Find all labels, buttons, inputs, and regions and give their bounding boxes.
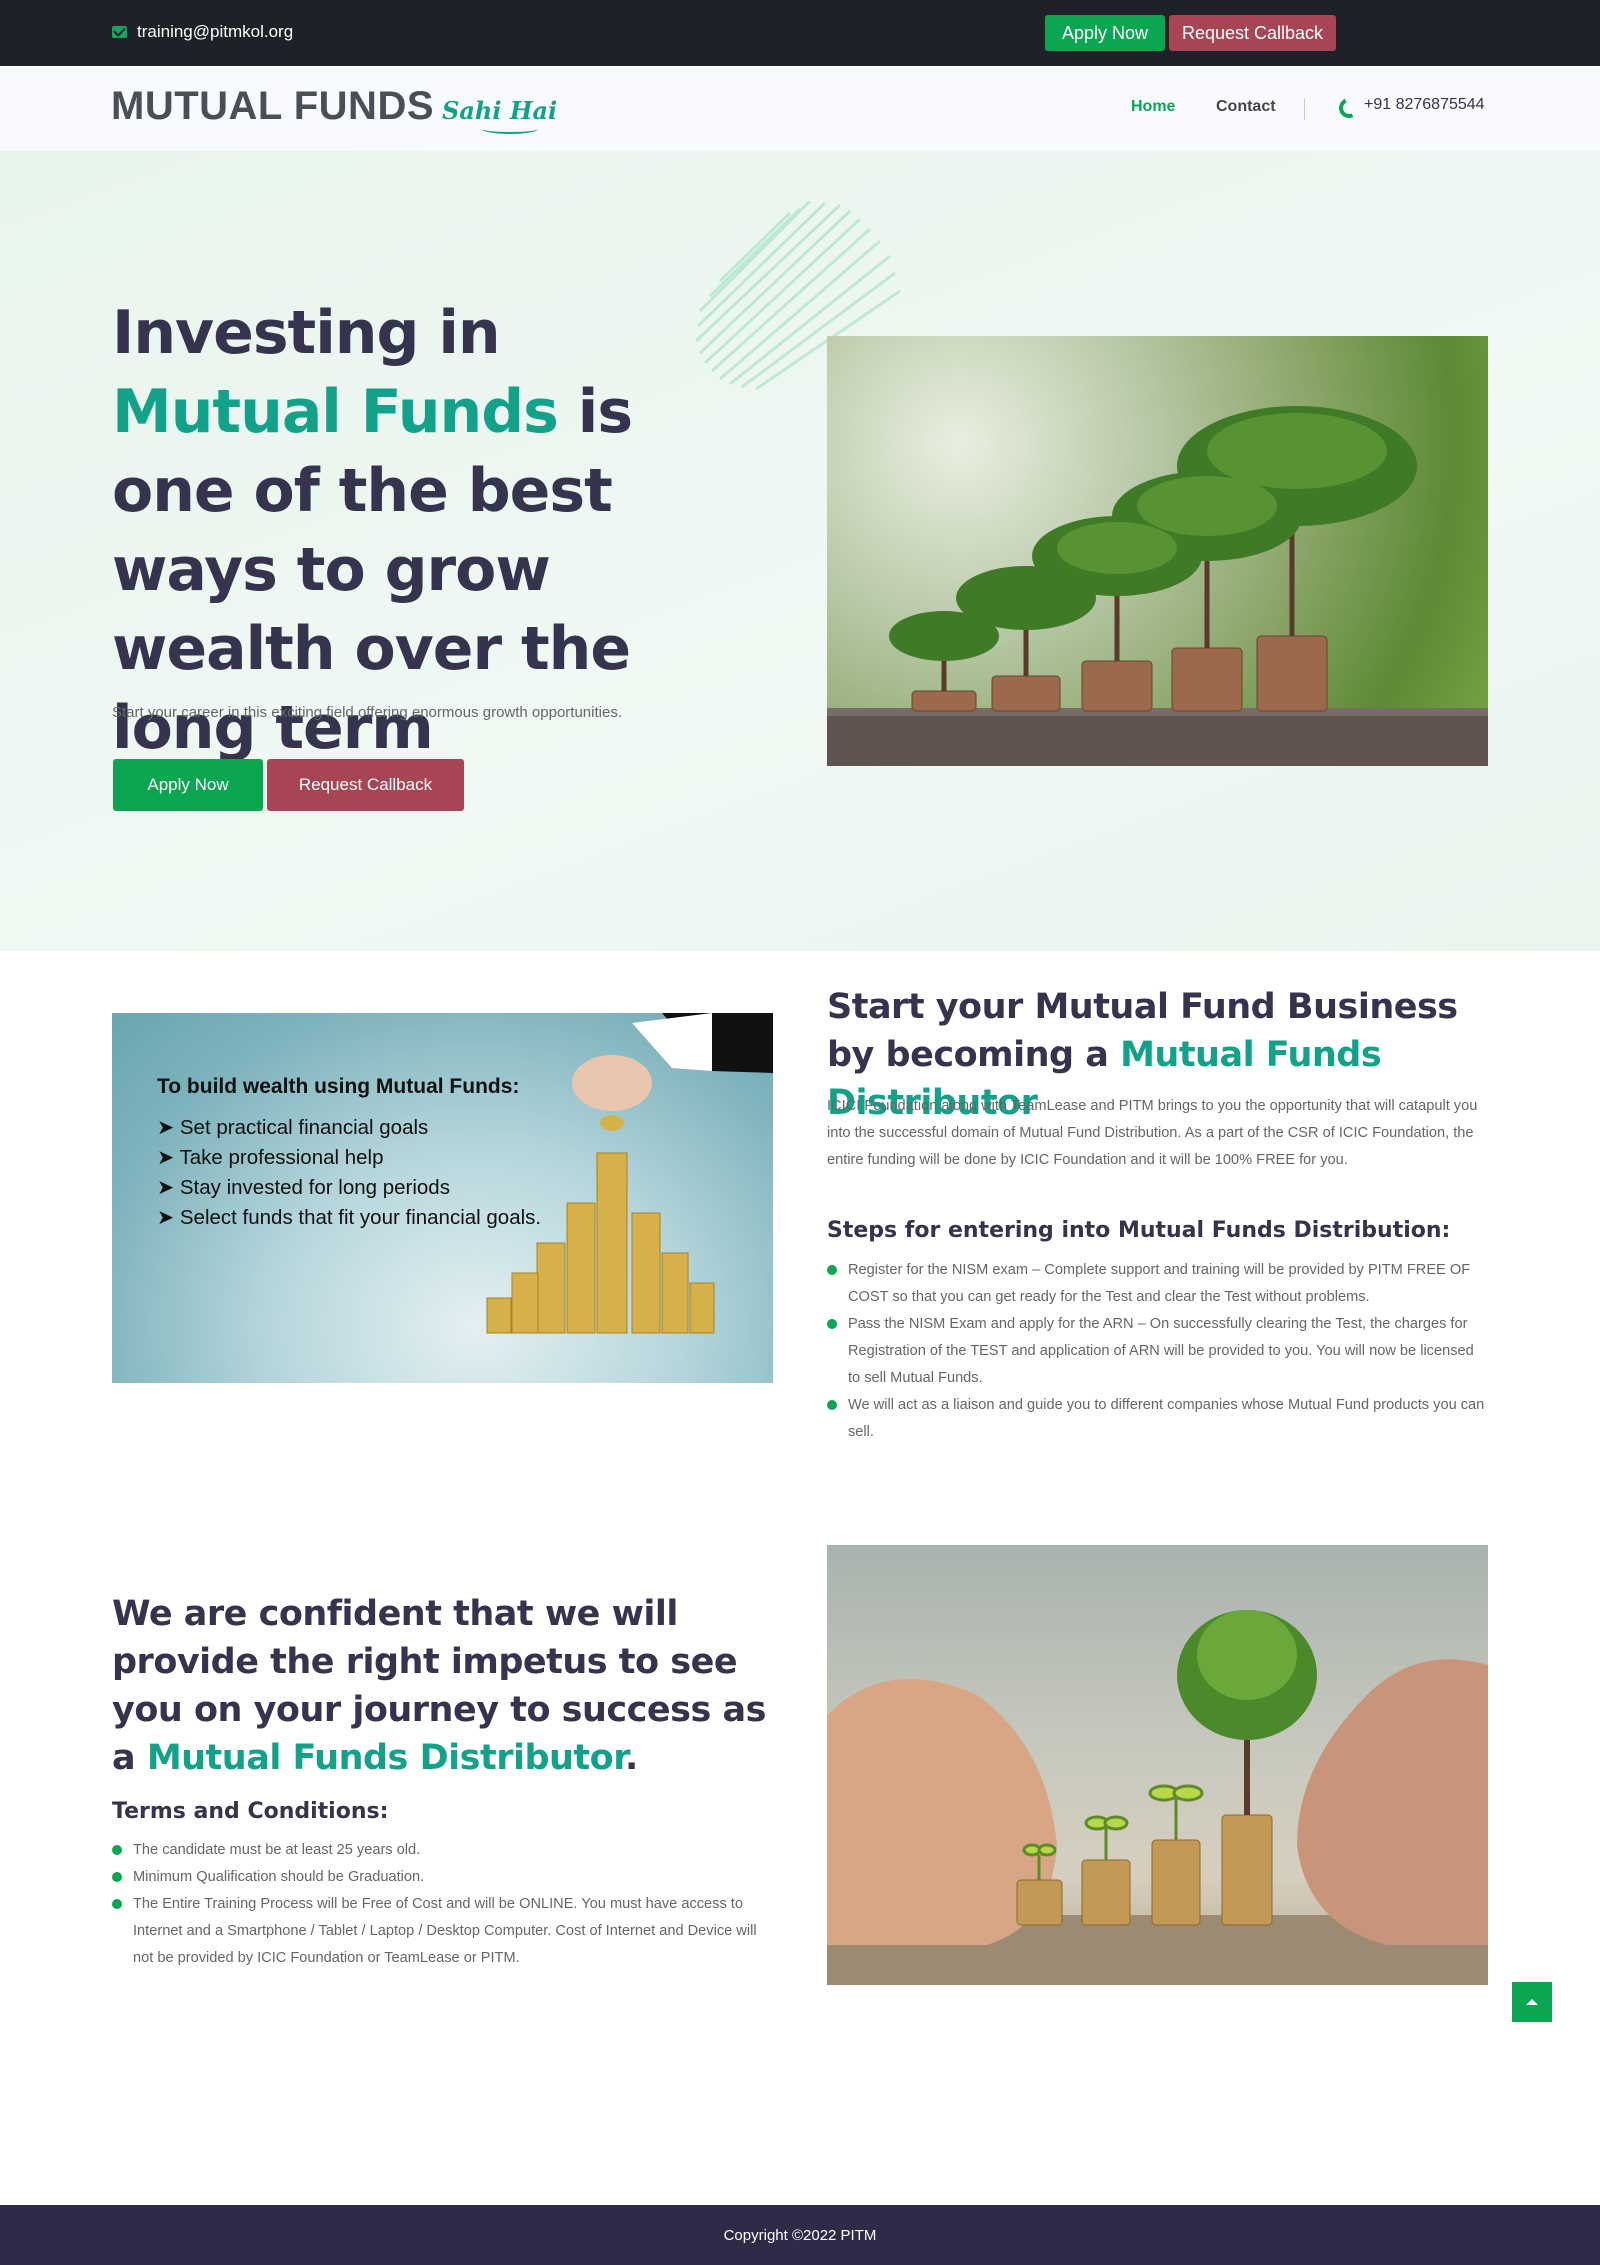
logo-script-text: Sahi Hai [442, 96, 557, 134]
list-item: The Entire Training Process will be Free… [112, 1891, 773, 1972]
list-item: Pass the NISM Exam and apply for the ARN… [827, 1311, 1488, 1392]
phone-number: +91 8276875544 [1364, 96, 1485, 113]
hero-heading-highlight: Mutual Funds [112, 377, 559, 447]
confidence-heading: We are confident that we will provide th… [112, 1594, 766, 1778]
list-item: Take professional help [157, 1143, 541, 1173]
steps-heading: Steps for entering into Mutual Funds Dis… [827, 1218, 1451, 1243]
nav-phone[interactable]: +91 8276875544 [1338, 96, 1485, 114]
site-logo[interactable]: MUTUAL FUNDS Sahi Hai [111, 84, 557, 134]
nav-link-contact[interactable]: Contact [1216, 98, 1276, 116]
hero-image-trees-on-coins [827, 336, 1488, 766]
email-text: training@pitmkol.org [137, 22, 294, 41]
hero-callback-button[interactable]: Request Callback [267, 759, 464, 811]
contact-email[interactable]: training@pitmkol.org [112, 22, 293, 42]
steps-list: Register for the NISM exam – Complete su… [827, 1257, 1488, 1446]
hero-apply-button[interactable]: Apply Now [113, 759, 263, 811]
topbar-callback-button[interactable]: Request Callback [1169, 15, 1336, 51]
distributor-paragraph: ICICI Foundation along with TeamLease an… [827, 1098, 1478, 1168]
hero-subtitle: Start your career in this exciting field… [112, 704, 622, 721]
terms-list: The candidate must be at least 25 years … [112, 1837, 773, 1972]
logo-main-text: MUTUAL FUNDS [111, 84, 435, 128]
topbar-apply-button[interactable]: Apply Now [1045, 15, 1165, 51]
mail-icon [112, 26, 127, 38]
list-item: Minimum Qualification should be Graduati… [112, 1864, 773, 1891]
list-item: Register for the NISM exam – Complete su… [827, 1257, 1488, 1311]
list-item: Stay invested for long periods [157, 1173, 541, 1203]
terms-heading: Terms and Conditions: [112, 1799, 389, 1824]
hands-protecting-plants-image [827, 1545, 1488, 1985]
phone-icon [1338, 97, 1354, 113]
list-item: Set practical financial goals [157, 1113, 541, 1143]
list-item: Select funds that fit your financial goa… [157, 1203, 541, 1233]
copyright-text: Copyright ©2022 PITM [723, 2226, 877, 2244]
wealth-tips-image: To build wealth using Mutual Funds: Set … [112, 1013, 773, 1383]
hero-heading: Investing in Mutual Funds is one of the … [112, 298, 633, 763]
list-item: We will act as a liaison and guide you t… [827, 1392, 1488, 1446]
scroll-to-top-button[interactable] [1512, 1982, 1552, 2022]
confidence-heading-highlight: Mutual Funds Distributor [146, 1738, 626, 1778]
site-footer: Copyright ©2022 PITM [0, 2205, 1600, 2265]
nav-link-home[interactable]: Home [1131, 98, 1175, 116]
main-nav: MUTUAL FUNDS Sahi Hai Home Contact +91 8… [0, 66, 1600, 151]
hero-section: Investing in Mutual Funds is one of the … [0, 151, 1600, 951]
list-item: The candidate must be at least 25 years … [112, 1837, 773, 1864]
nav-divider [1304, 98, 1305, 120]
arrow-up-icon [1526, 1999, 1538, 2005]
top-bar: training@pitmkol.org Apply Now Request C… [0, 0, 1600, 66]
wealth-tips-list: Set practical financial goals Take profe… [157, 1113, 542, 1233]
wealth-tips-title: To build wealth using Mutual Funds: [157, 1075, 520, 1098]
